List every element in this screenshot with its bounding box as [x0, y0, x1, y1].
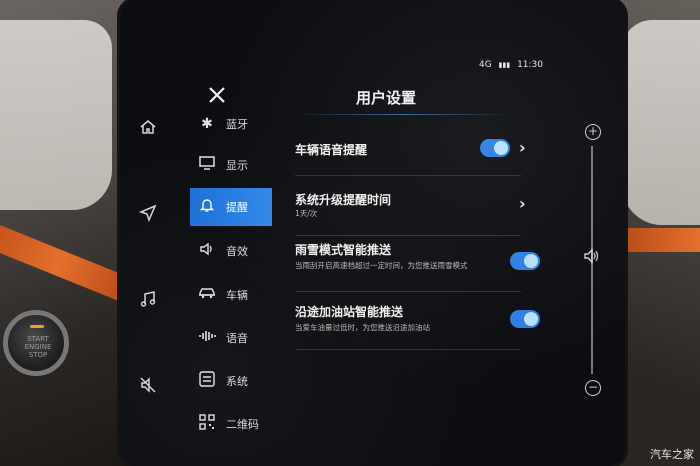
- navigation-icon[interactable]: [138, 204, 158, 224]
- speaker-icon: [196, 242, 218, 260]
- toggle-knob: [524, 312, 538, 326]
- setting-title: 沿途加油站智能推送: [295, 305, 404, 319]
- setting-title: 车辆语音提醒: [295, 143, 368, 157]
- volume-speaker-icon: [583, 248, 601, 268]
- nav-rail: [132, 110, 172, 410]
- orange-trim: [0, 222, 134, 304]
- watermark: 汽车之家: [650, 448, 694, 461]
- voice-icon: [196, 329, 218, 347]
- music-icon[interactable]: [138, 290, 158, 310]
- qrcode-icon: [196, 414, 218, 434]
- chevron-right-icon[interactable]: ›: [519, 138, 526, 157]
- home-icon[interactable]: [138, 118, 158, 138]
- setting-subtitle: 当雨刮开启高速档超过一定时间，为您推送雨雪模式: [295, 261, 468, 270]
- menu-item-bluetooth[interactable]: ✱ 蓝牙: [190, 105, 272, 143]
- bell-icon: [196, 197, 218, 217]
- row-divider: [295, 175, 521, 176]
- row-divider: [295, 349, 521, 350]
- start-button-led: [30, 325, 44, 328]
- engine-start-button: START ENGINE STOP: [3, 310, 69, 376]
- menu-item-qrcode[interactable]: 二维码: [190, 405, 272, 443]
- mute-icon[interactable]: [138, 376, 158, 396]
- signal-icon: ▮▮▮: [498, 61, 511, 69]
- page-title: 用户设置: [356, 89, 417, 107]
- menu-item-voice[interactable]: 语音: [190, 319, 272, 357]
- setting-subtitle: 1天/次: [295, 209, 318, 218]
- menu-item-display[interactable]: 显示: [190, 146, 272, 184]
- setting-title: 雨雪模式智能推送: [295, 243, 392, 257]
- volume-down-icon[interactable]: −: [585, 380, 601, 396]
- rain-snow-toggle[interactable]: [510, 252, 540, 270]
- menu-item-sound[interactable]: 音效: [190, 232, 272, 270]
- menu-item-system[interactable]: 系统: [190, 362, 272, 400]
- voice-reminder-toggle[interactable]: [480, 139, 510, 157]
- start-button-label: START ENGINE STOP: [24, 335, 52, 359]
- setting-subtitle: 当爱车油量过低时，为您推送沿途加油站: [295, 323, 430, 332]
- menu-item-reminder[interactable]: 提醒: [190, 188, 272, 226]
- system-icon: [196, 371, 218, 391]
- chevron-right-icon[interactable]: ›: [519, 194, 526, 213]
- bluetooth-icon: ✱: [201, 116, 213, 132]
- setting-title: 系统升级提醒时间: [295, 193, 392, 207]
- car-icon: [196, 287, 218, 303]
- toggle-knob: [494, 141, 508, 155]
- row-divider: [295, 235, 521, 236]
- dashboard-panel-right: [622, 20, 700, 225]
- row-divider: [295, 291, 521, 292]
- menu-item-vehicle[interactable]: 车辆: [190, 276, 272, 314]
- volume-slider[interactable]: + −: [579, 120, 605, 396]
- dashboard-right: [612, 0, 700, 466]
- infotainment-screen: 4G ▮▮▮ 11:30 用户设置 ✱ 蓝牙 显示 提醒 音效 车辆 语音 系统…: [120, 0, 625, 466]
- clock: 11:30: [517, 60, 543, 70]
- volume-up-icon[interactable]: +: [585, 124, 601, 140]
- network-indicator: 4G: [479, 60, 492, 70]
- status-bar: 4G ▮▮▮ 11:30: [475, 60, 543, 70]
- toggle-knob: [524, 254, 538, 268]
- display-icon: [196, 156, 218, 174]
- title-divider: [292, 114, 512, 115]
- orange-trim-right: [620, 228, 700, 252]
- gas-station-toggle[interactable]: [510, 310, 540, 328]
- dashboard-left: START ENGINE STOP: [0, 0, 135, 466]
- dashboard-panel: [0, 20, 112, 210]
